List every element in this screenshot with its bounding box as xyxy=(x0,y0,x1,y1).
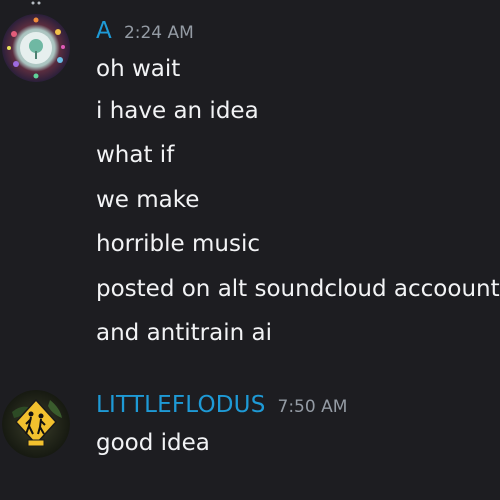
message-header: A 2:24 AM xyxy=(96,18,194,44)
message-line: what if xyxy=(96,142,175,168)
message-line: good idea xyxy=(96,430,210,456)
message-line: horrible music xyxy=(96,231,260,257)
message-line: and antitrain ai xyxy=(96,320,272,346)
school-crossing-sign-avatar-icon xyxy=(2,390,70,458)
message-line: i have an idea xyxy=(96,98,259,124)
colorful-orb-avatar-icon xyxy=(2,14,70,82)
timestamp: 7:50 AM xyxy=(277,397,348,417)
message-line: posted on alt soundcloud accoount xyxy=(96,276,500,302)
username[interactable]: A xyxy=(96,18,112,44)
message-header: LITTLEFLODUS 7:50 AM xyxy=(96,392,347,418)
message-line: oh wait xyxy=(96,56,181,82)
message-line: we make xyxy=(96,187,200,213)
username[interactable]: LITTLEFLODUS xyxy=(96,392,266,418)
user-avatar[interactable] xyxy=(2,14,70,82)
previous-message-fragment xyxy=(31,1,41,5)
user-avatar[interactable] xyxy=(2,390,70,458)
timestamp: 2:24 AM xyxy=(123,23,194,43)
